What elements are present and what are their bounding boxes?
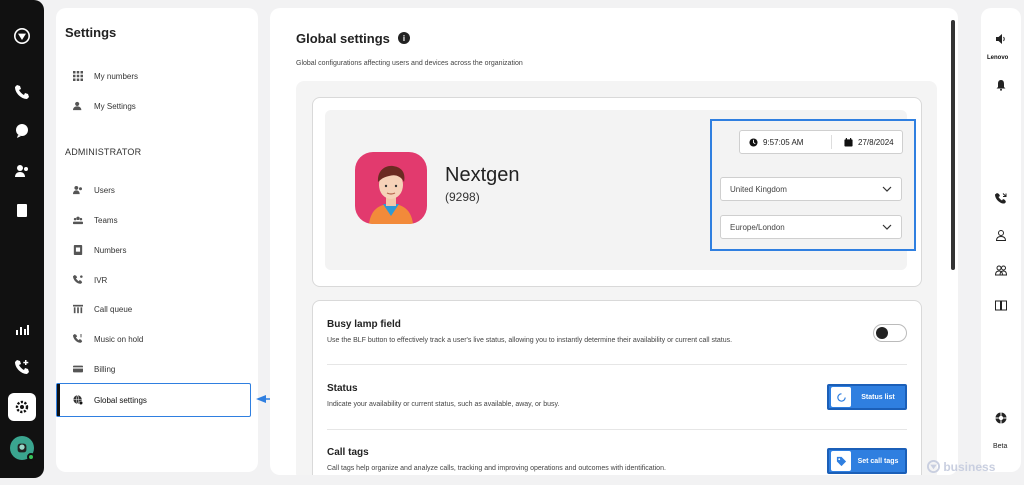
country-select[interactable]: United Kingdom xyxy=(720,177,902,201)
setting-description: Call tags help organize and analyze call… xyxy=(327,465,666,472)
beta-label: Beta xyxy=(993,443,1008,450)
status-list-button[interactable]: Status list xyxy=(827,384,907,410)
call-transfer-icon[interactable] xyxy=(993,191,1009,207)
call-queue-icon xyxy=(72,303,84,315)
app-logo-icon[interactable] xyxy=(12,26,32,46)
brand-watermark: business xyxy=(927,460,995,474)
divider xyxy=(327,429,907,430)
menu-item-label: Numbers xyxy=(94,245,127,255)
grid-icon xyxy=(72,70,84,82)
left-nav-rail xyxy=(0,0,44,478)
set-call-tags-button[interactable]: Set call tags xyxy=(827,448,907,474)
menu-item-ivr[interactable]: IVR xyxy=(72,271,107,289)
menu-item-label: Billing xyxy=(94,364,116,374)
menu-item-call-queue[interactable]: Call queue xyxy=(72,300,132,318)
chevron-down-icon xyxy=(882,186,892,192)
menu-item-music-on-hold[interactable]: Music on hold xyxy=(72,330,143,348)
menu-item-label: My Settings xyxy=(94,101,136,111)
music-on-hold-icon xyxy=(72,333,84,345)
phone-icon[interactable] xyxy=(12,82,32,102)
calendar-icon xyxy=(844,137,853,147)
group-icon[interactable] xyxy=(993,262,1009,278)
page-title: Global settings xyxy=(296,31,390,46)
contacts-icon[interactable] xyxy=(12,161,32,181)
add-call-icon[interactable] xyxy=(12,357,32,377)
menu-item-teams[interactable]: Teams xyxy=(72,211,118,229)
country-select-value: United Kingdom xyxy=(730,184,787,194)
team-icon xyxy=(72,214,84,226)
administrator-section-label: ADMINISTRATOR xyxy=(65,147,142,157)
settings-menu-title: Settings xyxy=(65,25,117,40)
organization-extension: (9298) xyxy=(445,190,480,204)
user-avatar[interactable] xyxy=(10,436,35,461)
current-datetime-display: 9:57:05 AM 27/8/2024 xyxy=(739,130,903,154)
menu-item-label: Music on hold xyxy=(94,334,144,344)
support-lifebuoy-icon[interactable] xyxy=(993,410,1009,426)
speaker-icon[interactable] xyxy=(993,31,1009,47)
profile-card-inner: Nextgen (9298) 9:57:05 AM 27/8/2024 Unit… xyxy=(325,110,916,270)
brand-watermark-text: business xyxy=(943,460,996,474)
chevron-down-icon xyxy=(882,224,892,230)
setting-title: Call tags xyxy=(327,447,369,458)
set-call-tags-button-label: Set call tags xyxy=(857,457,899,465)
busy-lamp-field-toggle[interactable] xyxy=(873,324,907,342)
menu-item-label: Global settings xyxy=(94,395,147,405)
info-icon[interactable]: i xyxy=(398,32,410,44)
setting-row-busy-lamp-field: Busy lamp field Use the BLF button to ef… xyxy=(327,319,907,344)
menu-item-my-settings[interactable]: My Settings xyxy=(72,97,136,115)
global-settings-list: Busy lamp field Use the BLF button to ef… xyxy=(312,300,922,475)
setting-description: Use the BLF button to effectively track … xyxy=(327,337,733,344)
tag-icon xyxy=(831,451,851,471)
ivr-icon xyxy=(72,274,84,286)
timezone-select-value: Europe/London xyxy=(730,222,785,232)
menu-item-label: Users xyxy=(94,185,115,195)
brand-logo-icon xyxy=(927,460,940,473)
device-label: Lenovo xyxy=(987,55,1009,61)
toggle-knob xyxy=(876,327,888,339)
organization-name: Nextgen xyxy=(445,164,520,186)
setting-title: Status xyxy=(327,383,358,394)
user-gear-icon xyxy=(72,100,84,112)
globe-gear-icon xyxy=(72,394,84,406)
notes-icon[interactable] xyxy=(12,200,32,220)
analytics-icon[interactable] xyxy=(12,319,32,339)
user-icon[interactable] xyxy=(993,227,1009,243)
numbers-icon xyxy=(72,244,84,256)
divider xyxy=(327,364,907,365)
menu-item-my-numbers[interactable]: My numbers xyxy=(72,67,138,85)
setting-title: Busy lamp field xyxy=(327,319,401,330)
setting-row-call-tags: Call tags Call tags help organize and an… xyxy=(327,447,907,472)
timezone-settings-box: 9:57:05 AM 27/8/2024 United Kingdom Euro… xyxy=(710,119,916,251)
refresh-icon xyxy=(831,387,851,407)
organization-avatar[interactable] xyxy=(355,152,427,224)
global-settings-panel: Global settings i Global configurations … xyxy=(270,8,958,475)
book-icon[interactable] xyxy=(993,297,1009,313)
clock-icon xyxy=(749,137,758,147)
current-time: 9:57:05 AM xyxy=(763,137,804,147)
menu-item-label: Teams xyxy=(94,215,118,225)
current-date: 27/8/2024 xyxy=(858,137,894,147)
bell-icon[interactable] xyxy=(993,77,1009,93)
menu-item-label: Call queue xyxy=(94,304,133,314)
users-icon xyxy=(72,184,84,196)
organization-profile-card: Nextgen (9298) 9:57:05 AM 27/8/2024 Unit… xyxy=(312,97,922,287)
setting-description: Indicate your availability or current st… xyxy=(327,401,560,408)
right-utility-rail: Lenovo Beta xyxy=(981,8,1021,472)
setting-row-status: Status Indicate your availability or cur… xyxy=(327,383,907,408)
menu-item-billing[interactable]: Billing xyxy=(72,360,115,378)
status-list-button-label: Status list xyxy=(861,393,895,401)
settings-gear-icon[interactable] xyxy=(8,393,36,421)
menu-item-label: IVR xyxy=(94,275,108,285)
online-status-dot xyxy=(27,453,35,461)
timezone-select[interactable]: Europe/London xyxy=(720,215,902,239)
menu-item-numbers[interactable]: Numbers xyxy=(72,241,126,259)
settings-menu: Settings My numbers My Settings ADMINIST… xyxy=(56,8,258,472)
page-subtitle: Global configurations affecting users an… xyxy=(296,60,523,67)
menu-item-global-settings[interactable]: Global settings xyxy=(56,383,251,417)
menu-item-label: My numbers xyxy=(94,71,139,81)
chat-icon[interactable] xyxy=(12,121,32,141)
menu-item-users[interactable]: Users xyxy=(72,181,115,199)
scrollbar[interactable] xyxy=(951,20,955,270)
credit-card-icon xyxy=(72,363,84,375)
